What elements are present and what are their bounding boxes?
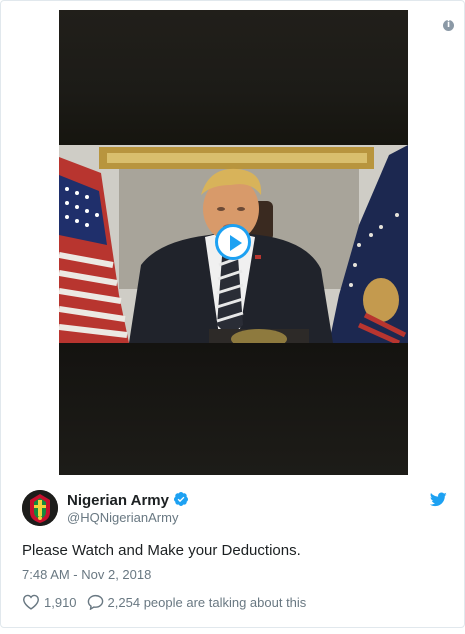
conversation-link[interactable]: 2,254 people are talking about this — [87, 594, 307, 610]
nigerian-army-crest-icon — [22, 490, 58, 526]
video-letterbox-top — [59, 10, 408, 145]
verified-badge-icon — [173, 492, 188, 506]
tweet-author-header: Nigerian Army @HQNigerianArmy — [22, 490, 447, 530]
play-triangle — [230, 235, 242, 251]
author-handle[interactable]: @HQNigerianArmy — [67, 510, 178, 525]
talking-count: 2,254 people are talking about this — [107, 594, 307, 610]
speech-bubble-icon — [87, 594, 103, 610]
play-icon[interactable] — [215, 224, 251, 260]
author-name-text: Nigerian Army — [67, 492, 169, 509]
like-button[interactable]: 1,910 — [22, 594, 77, 610]
author-name[interactable]: Nigerian Army — [67, 491, 189, 509]
video-letterbox-bottom — [59, 343, 408, 475]
twitter-bird-icon[interactable] — [430, 492, 447, 507]
tweet-actions: 1,910 2,254 people are talking about thi… — [22, 594, 306, 610]
tweet-text: Please Watch and Make your Deductions. — [22, 542, 301, 559]
embedded-tweet-card: i Nigerian Army @HQNigerianArmy Please W… — [0, 0, 465, 628]
video-player[interactable] — [59, 10, 408, 475]
info-icon[interactable]: i — [443, 20, 454, 31]
tweet-timestamp[interactable]: 7:48 AM - Nov 2, 2018 — [22, 567, 151, 582]
like-count: 1,910 — [44, 594, 77, 610]
heart-icon — [22, 594, 40, 610]
avatar[interactable] — [22, 490, 58, 526]
